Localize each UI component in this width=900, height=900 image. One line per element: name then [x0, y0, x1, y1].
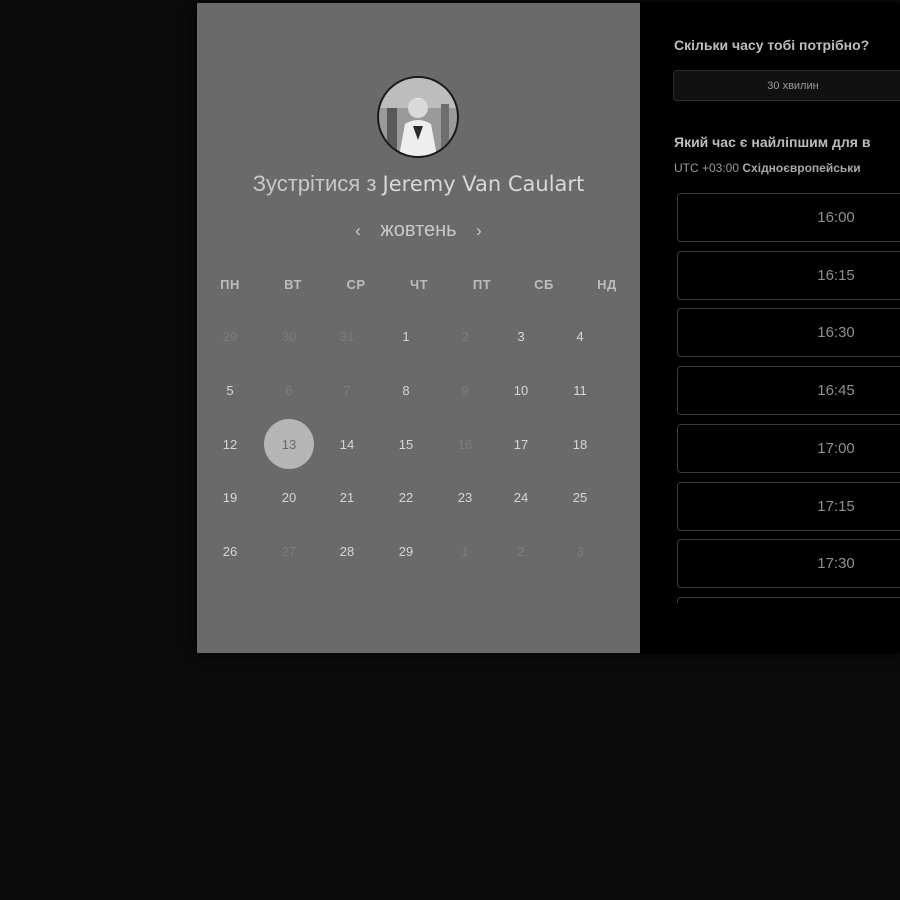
booking-panel: Скільки часу тобі потрібно? 30 хвилин Як… [640, 3, 900, 653]
time-slot-button[interactable] [677, 596, 900, 603]
calendar-day: 31 [339, 328, 355, 344]
time-slot-button[interactable]: 16:45 [677, 366, 900, 416]
calendar-day-selected[interactable]: 13 [264, 419, 314, 469]
time-slot-label: 16:00 [817, 209, 855, 226]
calendar-day[interactable]: 28 [322, 526, 372, 576]
time-slot-label: 17:30 [817, 555, 855, 573]
calendar-day[interactable]: 17 [496, 419, 546, 469]
calendar-day[interactable]: 10 [496, 365, 546, 415]
time-slot-list[interactable]: 16:00 16:15 16:30 16:45 17:00 17:15 17:30 [677, 193, 900, 603]
calendar-days: 29 30 31 1 2 3 4 5 6 7 8 9 10 11 12 13 14 15 16 17 18 19 20 21 2… [197, 3, 640, 653]
calendar-day[interactable]: 4 [555, 311, 605, 361]
calendar-day: 3 [576, 543, 584, 559]
calendar-day[interactable]: 18 [555, 419, 605, 469]
time-slot-label: 17:15 [817, 497, 855, 515]
calendar-day[interactable]: 20 [264, 472, 314, 522]
calendar-day: 29 [222, 328, 238, 344]
duration-question: Скільки часу тобі потрібно? [674, 37, 870, 53]
scheduler-modal: Зустрітися з Jeremy Van Caulart ‹ жовтен… [197, 3, 900, 653]
calendar-day[interactable]: 29 [381, 526, 431, 576]
calendar-day: 2 [517, 543, 525, 559]
calendar-day[interactable]: 14 [322, 419, 372, 469]
calendar-day[interactable]: 1 [381, 311, 431, 361]
calendar-day: 7 [343, 382, 351, 398]
calendar-day: 2 [461, 328, 469, 344]
time-slot-label: 17:00 [817, 439, 855, 457]
calendar-day: 16 [457, 436, 473, 452]
calendar-day[interactable]: 25 [555, 472, 605, 522]
calendar-day[interactable]: 15 [381, 419, 431, 469]
time-slot-label: 16:45 [817, 382, 855, 400]
time-slot-label: 16:30 [817, 324, 855, 342]
time-question: Який час є найліпшим для в [674, 134, 871, 150]
duration-select[interactable]: 30 хвилин [673, 70, 900, 101]
time-slot-button[interactable]: 17:30 [677, 539, 900, 589]
time-slot-button[interactable]: 17:15 [677, 481, 900, 531]
calendar-day[interactable]: 26 [205, 526, 255, 576]
calendar-day[interactable]: 21 [322, 472, 372, 522]
time-slot-button[interactable]: 16:30 [677, 308, 900, 358]
calendar-panel: Зустрітися з Jeremy Van Caulart ‹ жовтен… [197, 3, 640, 653]
time-slot-button[interactable]: 16:15 [677, 250, 900, 300]
timezone-label: UTC +03:00 Східноєвропейськи [674, 161, 861, 175]
timezone-name: Східноєвропейськи [742, 161, 861, 175]
calendar-day: 27 [281, 543, 297, 559]
calendar-day: 6 [285, 382, 293, 398]
timezone-offset: UTC +03:00 [674, 161, 740, 175]
calendar-day: 9 [461, 382, 469, 398]
calendar-day: 1 [461, 543, 469, 559]
calendar-day[interactable]: 8 [381, 365, 431, 415]
calendar-day[interactable]: 3 [496, 311, 546, 361]
time-slot-label: 16:15 [817, 266, 855, 284]
calendar-day[interactable]: 23 [440, 472, 490, 522]
calendar-day: 30 [281, 328, 297, 344]
calendar-day[interactable]: 22 [381, 472, 431, 522]
calendar-day[interactable]: 19 [205, 472, 255, 522]
calendar-day[interactable]: 5 [205, 365, 255, 415]
time-slot-button[interactable]: 17:00 [677, 423, 900, 473]
time-slot-button[interactable]: 16:00 [677, 193, 900, 242]
calendar-day[interactable]: 11 [555, 365, 605, 415]
calendar-day[interactable]: 12 [205, 419, 255, 469]
calendar-day[interactable]: 24 [496, 472, 546, 522]
